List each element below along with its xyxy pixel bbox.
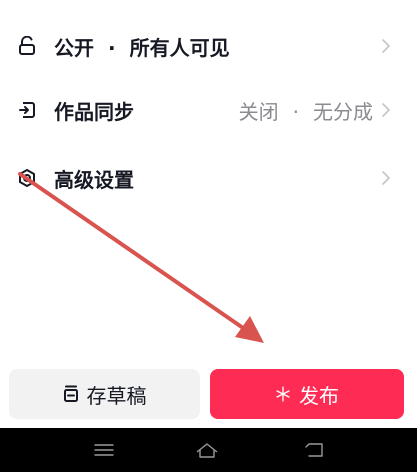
sync-revenue-value: 无分成: [313, 99, 373, 124]
sync-status-value: 关闭: [238, 99, 279, 124]
sync-separator: ·: [292, 99, 299, 124]
draft-box-icon: [63, 385, 79, 403]
privacy-setting-row[interactable]: 公开 · 所有人可见: [0, 18, 417, 74]
sparkle-icon: [275, 385, 291, 403]
privacy-separator: ·: [108, 35, 116, 60]
advanced-label: 高级设置: [54, 167, 134, 192]
advanced-setting-row[interactable]: 高级设置: [0, 150, 417, 206]
publish-settings-screen: 公开 · 所有人可见 作品同步 关闭 · 无分成 高级设置 存草稿 发布: [0, 0, 417, 472]
privacy-label: 公开: [54, 35, 94, 60]
back-icon[interactable]: [300, 438, 330, 462]
chevron-right-icon: [382, 103, 390, 117]
chevron-right-icon: [382, 171, 390, 185]
menu-icon[interactable]: [89, 438, 119, 462]
chevron-right-icon: [382, 39, 390, 53]
publish-button[interactable]: 发布: [210, 369, 404, 419]
sync-icon: [16, 99, 38, 121]
system-navigation-bar: [0, 428, 417, 472]
unlock-icon: [16, 35, 38, 57]
home-icon[interactable]: [192, 438, 222, 462]
sync-label: 作品同步: [54, 99, 134, 124]
save-draft-button[interactable]: 存草稿: [9, 369, 200, 419]
publish-label: 发布: [299, 385, 339, 408]
privacy-value: 所有人可见: [129, 35, 230, 60]
save-draft-label: 存草稿: [86, 385, 147, 408]
sync-setting-row[interactable]: 作品同步 关闭 · 无分成: [0, 82, 417, 138]
settings-icon: [16, 167, 38, 189]
